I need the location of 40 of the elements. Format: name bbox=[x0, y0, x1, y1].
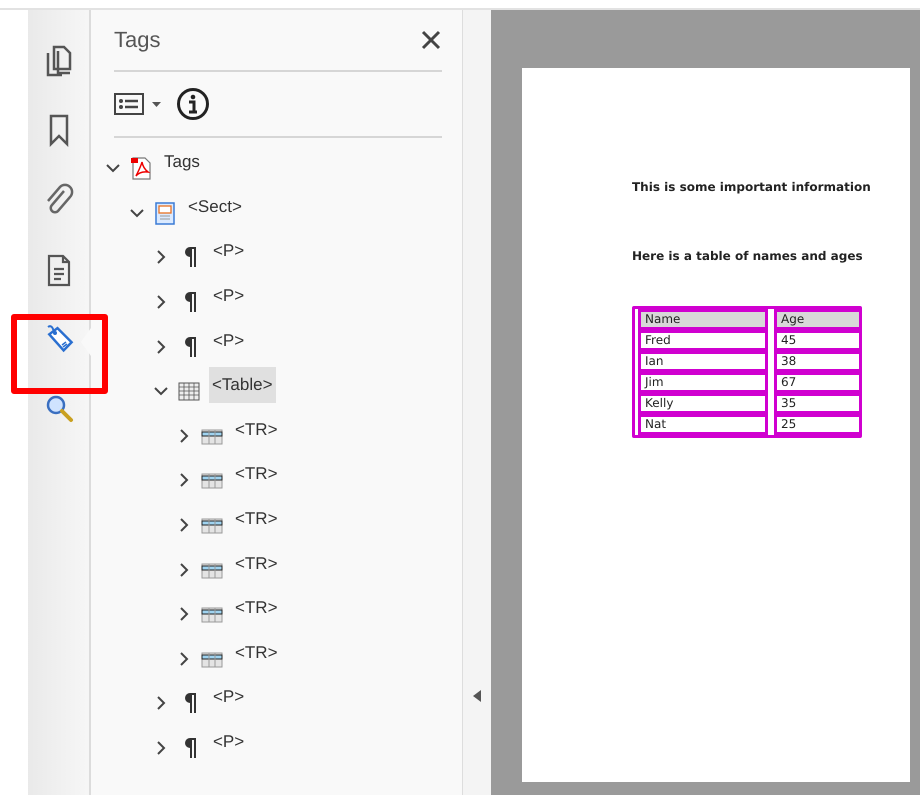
tree-item[interactable]: <P> bbox=[210, 724, 248, 760]
table-cell: Nat bbox=[638, 414, 768, 435]
tree-item[interactable]: <P> bbox=[210, 233, 248, 270]
info-icon[interactable] bbox=[176, 87, 210, 121]
tree-item[interactable]: <TR> bbox=[232, 546, 281, 582]
table-cell: 45 bbox=[774, 330, 862, 351]
document-text: Here is a table of names and ages bbox=[632, 249, 864, 263]
table-cell: Kelly bbox=[638, 393, 768, 414]
table-cell: 25 bbox=[774, 414, 862, 435]
panel-title: Tags bbox=[114, 27, 160, 53]
tree-item[interactable]: <TR> bbox=[232, 412, 281, 448]
table-header-cell: Age bbox=[774, 309, 862, 330]
paragraph-icon bbox=[183, 247, 196, 268]
tree-item[interactable]: <TR> bbox=[232, 501, 281, 538]
table-cell: Jim bbox=[638, 372, 768, 393]
paragraph-icon bbox=[183, 738, 196, 758]
table-cell: 38 bbox=[774, 351, 862, 372]
tree-item[interactable]: <TR> bbox=[232, 456, 281, 492]
collapse-panel-icon[interactable] bbox=[472, 689, 482, 703]
options-menu-icon[interactable] bbox=[114, 92, 162, 116]
paragraph-icon bbox=[183, 336, 196, 357]
tree-item[interactable]: <TR> bbox=[232, 634, 281, 671]
tree-item[interactable]: <P> bbox=[210, 679, 248, 716]
table-cell: 67 bbox=[774, 372, 862, 393]
section-icon bbox=[153, 200, 177, 225]
tree-item[interactable]: <P> bbox=[210, 278, 248, 314]
paragraph-icon bbox=[183, 693, 196, 714]
close-icon[interactable] bbox=[420, 29, 442, 51]
tree-item[interactable]: <P> bbox=[210, 322, 248, 359]
table-cell: Fred bbox=[638, 330, 768, 351]
document-text: This is some important information bbox=[632, 180, 872, 194]
tree-item[interactable]: Tags bbox=[161, 144, 203, 180]
table-cell: Ian bbox=[638, 351, 768, 372]
paragraph-icon bbox=[183, 292, 196, 312]
tree-item[interactable]: <Sect> bbox=[185, 188, 245, 225]
tree-item[interactable]: <Table> bbox=[209, 367, 276, 404]
tree-item[interactable]: <TR> bbox=[232, 590, 281, 626]
table-header-cell: Name bbox=[638, 309, 768, 330]
table-cell: 35 bbox=[774, 393, 862, 414]
pdf-file-icon bbox=[129, 156, 153, 180]
